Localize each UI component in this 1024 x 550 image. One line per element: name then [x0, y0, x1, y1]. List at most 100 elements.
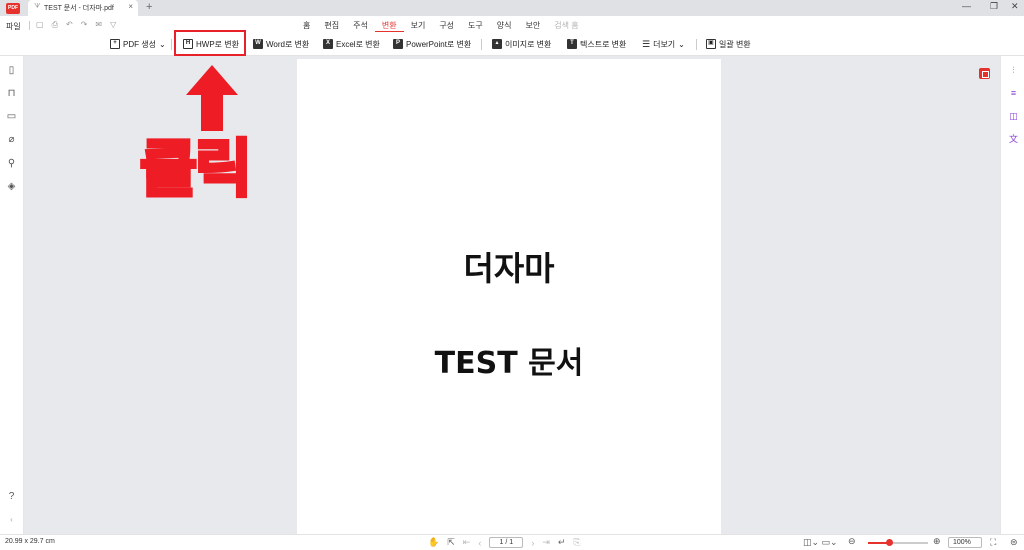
collapse-icon[interactable]: ‹ — [6, 514, 17, 525]
close-window-button[interactable]: ✕ — [1011, 1, 1019, 12]
new-tab-button[interactable]: + — [146, 1, 152, 13]
click-annotation: 클릭 — [138, 132, 254, 205]
convert-to-powerpoint-label: PowerPoint로 변환 — [406, 39, 472, 49]
tab-convert[interactable]: 변환 — [374, 20, 404, 32]
pdf-page: 더자마 TEST 문서 — [297, 59, 721, 534]
layers-icon[interactable]: ◈ — [6, 181, 17, 192]
redo-icon[interactable]: ↷ — [81, 20, 88, 30]
menu-tabs: 홈 편집 주석 변환 보기 구성 도구 양식 보안 검색 홈 — [296, 20, 586, 32]
bookmark-icon[interactable]: ⊓ — [6, 88, 17, 99]
create-pdf-button[interactable]: + PDF 생성 ⌄ — [110, 36, 166, 52]
file-menu[interactable]: 파일 — [6, 21, 21, 32]
tab-forms[interactable]: 양식 — [490, 20, 519, 32]
batch-convert-label: 일괄 변환 — [719, 39, 751, 49]
go-back-icon[interactable]: ↵ — [558, 537, 566, 548]
hand-tool-icon[interactable]: ✋ — [428, 537, 439, 548]
restore-button[interactable]: ❐ — [990, 1, 998, 12]
print-icon[interactable]: ⎙ — [52, 20, 58, 30]
chevron-down-icon: ⌄ — [158, 39, 166, 49]
dropdown-icon[interactable]: ▽ — [110, 20, 116, 30]
first-page-icon[interactable]: ⇤ — [463, 537, 471, 548]
tab-edit[interactable]: 편집 — [317, 20, 346, 32]
next-page-icon[interactable]: › — [531, 538, 534, 548]
fullscreen-icon[interactable]: ⛶ — [990, 537, 996, 548]
highlight-box — [174, 30, 246, 56]
minimize-button[interactable]: — — [962, 1, 971, 11]
convert-to-text-label: 텍스트로 변환 — [580, 39, 627, 49]
mail-icon[interactable]: ✉ — [95, 20, 102, 30]
create-pdf-label: PDF 생성 — [123, 39, 156, 49]
tab-home[interactable]: 홈 — [296, 20, 317, 32]
text-icon: T — [567, 39, 577, 49]
excel-icon: X — [323, 39, 333, 49]
powerpoint-icon: P — [393, 39, 403, 49]
undo-icon[interactable]: ↶ — [66, 20, 73, 30]
tab-view[interactable]: 보기 — [404, 20, 433, 32]
document-tab-title: TEST 문서 - 더자마.pdf — [44, 5, 114, 12]
document-subtitle: TEST 문서 — [434, 346, 584, 381]
batch-icon: ▣ — [706, 39, 716, 49]
ai-chat-icon[interactable]: ◫ — [1008, 111, 1019, 122]
translate-icon[interactable]: 文 — [1008, 134, 1019, 145]
quick-access-bar: ▢ ⎙ ↶ ↷ ✉ ▽ — [36, 20, 116, 30]
ai-summary-icon[interactable]: ≡ — [1008, 88, 1019, 99]
close-tab-icon[interactable]: × — [128, 2, 133, 11]
tab-security[interactable]: 보안 — [519, 20, 548, 32]
select-tool-icon[interactable]: ⇱ — [447, 537, 455, 548]
previous-page-icon[interactable]: ‹ — [478, 538, 481, 548]
word-icon: W — [253, 39, 263, 49]
batch-convert-button[interactable]: ▣ 일괄 변환 — [706, 36, 751, 52]
go-forward-icon[interactable]: ⎘ — [573, 537, 580, 548]
page-thumbnail-icon[interactable]: ▯ — [6, 65, 17, 76]
zoom-out-icon[interactable]: ⊖ — [848, 536, 856, 547]
tab-search[interactable]: 검색 홈 — [547, 20, 585, 32]
zoom-in-icon[interactable]: ⊕ — [933, 536, 941, 547]
red-arrow-icon — [186, 65, 238, 131]
more-label: 더보기 — [653, 39, 676, 49]
last-page-icon[interactable]: ⇥ — [542, 537, 550, 548]
help-icon[interactable]: ? — [6, 491, 17, 502]
zoom-slider-knob[interactable] — [886, 539, 893, 546]
divider — [481, 39, 482, 50]
chevron-down-icon: ⌄ — [678, 39, 685, 49]
convert-to-word-button[interactable]: W Word로 변환 — [253, 36, 309, 52]
divider — [696, 39, 697, 50]
settings-icon[interactable]: ⊜ — [1010, 537, 1018, 548]
plus-icon: + — [110, 39, 120, 49]
properties-icon[interactable]: ⫶ — [1008, 65, 1019, 76]
divider — [29, 21, 30, 30]
convert-to-excel-label: Excel로 변환 — [336, 39, 380, 49]
title-bar: PDF ᗐ TEST 문서 - 더자마.pdf × + — ❐ ✕ — [0, 0, 1024, 16]
app-logo: PDF — [6, 3, 20, 14]
toolbar: 파일 ▢ ⎙ ↶ ↷ ✉ ▽ 홈 편집 주석 변환 보기 구성 도구 양식 보안… — [0, 16, 1024, 56]
convert-to-text-button[interactable]: T 텍스트로 변환 — [567, 36, 626, 52]
save-icon[interactable]: ▢ — [36, 20, 44, 30]
left-sidebar: ▯ ⊓ ▭ ⌀ ⚲ ◈ ? ‹ — [0, 56, 24, 534]
document-canvas: 클릭 더자마 TEST 문서 — [24, 56, 1000, 534]
image-icon: ▴ — [492, 39, 502, 49]
pdf-badge-icon[interactable] — [979, 68, 990, 79]
search-icon[interactable]: ⚲ — [6, 158, 17, 169]
convert-to-word-label: Word로 변환 — [266, 39, 310, 49]
page-layout-icon[interactable]: ◫⌄ ▭⌄ — [803, 537, 838, 548]
status-bar: 20.99 x 29.7 cm ✋ ⇱ ⇤ ‹ 1 / 1 › ⇥ ↵ ⎘ ◫⌄… — [0, 534, 1024, 550]
document-title: 더자마 — [463, 249, 555, 288]
zoom-slider[interactable] — [868, 539, 928, 546]
attachment-icon[interactable]: ⌀ — [6, 134, 17, 145]
page-number-input[interactable]: 1 / 1 — [489, 537, 524, 548]
list-icon: ☰ — [642, 38, 651, 49]
tab-comment[interactable]: 주석 — [346, 20, 375, 32]
convert-to-image-button[interactable]: ▴ 이미지로 변환 — [492, 36, 551, 52]
tab-tools[interactable]: 도구 — [461, 20, 490, 32]
document-tab[interactable]: ᗐ TEST 문서 - 더자마.pdf × — [28, 0, 138, 16]
tab-organize[interactable]: 구성 — [432, 20, 461, 32]
zoom-level-select[interactable]: 100% — [948, 537, 982, 548]
convert-to-powerpoint-button[interactable]: P PowerPoint로 변환 — [393, 36, 471, 52]
more-button[interactable]: ☰ 더보기 ⌄ — [642, 36, 685, 52]
convert-to-excel-button[interactable]: X Excel로 변환 — [323, 36, 380, 52]
navigation-tools: ✋ ⇱ ⇤ ‹ 1 / 1 › ⇥ ↵ ⎘ — [428, 537, 581, 548]
comment-icon[interactable]: ▭ — [6, 111, 17, 122]
document-icon: ᗐ — [34, 3, 41, 10]
page-size-readout: 20.99 x 29.7 cm — [5, 538, 55, 545]
convert-to-image-label: 이미지로 변환 — [505, 39, 552, 49]
